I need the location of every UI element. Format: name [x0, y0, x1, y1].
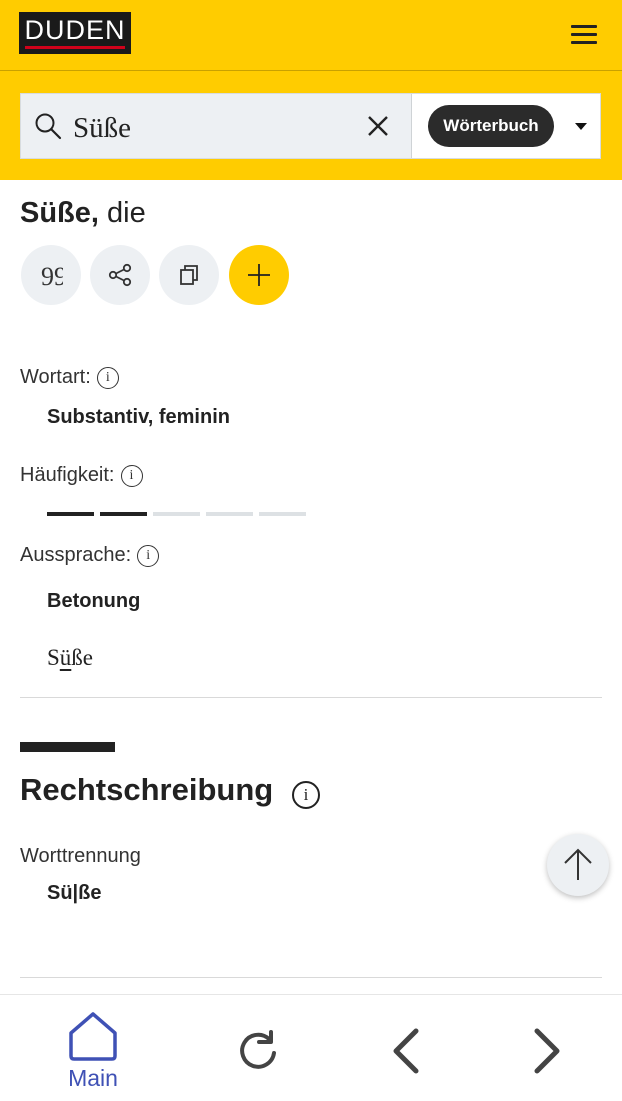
- pron-part: S: [47, 645, 60, 670]
- article: die: [107, 197, 146, 229]
- betonung-label: Betonung: [47, 590, 141, 612]
- section-marker: [20, 742, 115, 752]
- header: DUDEN Wörterbuch: [0, 0, 622, 180]
- divider: [20, 977, 602, 978]
- search-input[interactable]: [71, 104, 370, 152]
- quote-icon: 99: [41, 263, 63, 287]
- duden-logo[interactable]: DUDEN: [19, 12, 131, 54]
- nav-main-label[interactable]: Main: [57, 1065, 129, 1092]
- worttrennung-value: Sü|ße: [47, 882, 102, 904]
- copy-icon: [180, 265, 198, 285]
- wortart-value: Substantiv, feminin: [47, 406, 230, 428]
- arrow-up-icon: [564, 848, 592, 880]
- info-icon[interactable]: i: [96, 367, 119, 389]
- worttrennung-label: Worttrennung: [20, 845, 141, 867]
- pronunciation: Süße: [47, 645, 93, 671]
- logo-underline: [25, 46, 125, 49]
- copy-button[interactable]: [159, 245, 219, 305]
- info-icon[interactable]: i: [120, 465, 143, 487]
- pron-stressed-vowel: ü: [59, 645, 72, 670]
- add-button[interactable]: [229, 245, 289, 305]
- pron-part: ße: [71, 645, 94, 670]
- wortart-label: Wortart: i: [20, 366, 119, 389]
- aussprache-label-text: Aussprache:: [20, 544, 132, 566]
- forward-arrow-icon[interactable]: [531, 1027, 565, 1075]
- headword: Süße,: [20, 197, 99, 229]
- logo-text: DUDEN: [24, 15, 126, 45]
- quote-button[interactable]: 99: [21, 245, 81, 305]
- aussprache-label: Aussprache: i: [20, 544, 160, 567]
- home-icon[interactable]: [67, 1011, 119, 1061]
- close-icon[interactable]: [366, 114, 390, 138]
- frequency-segment: [206, 512, 253, 516]
- header-divider: [0, 70, 622, 71]
- search-bar: Wörterbuch: [20, 93, 601, 159]
- page-title: Süße, die: [20, 196, 146, 230]
- info-icon[interactable]: i: [137, 545, 160, 567]
- divider: [20, 697, 602, 698]
- frequency-segment: [259, 512, 306, 516]
- info-icon[interactable]: i: [292, 781, 320, 809]
- plus-icon: [248, 264, 270, 286]
- bottom-navigation: Main: [0, 994, 622, 1101]
- haeufigkeit-label-text: Häufigkeit:: [20, 464, 115, 486]
- back-arrow-icon[interactable]: [388, 1027, 422, 1075]
- reload-icon[interactable]: [236, 1029, 282, 1073]
- dictionary-select[interactable]: Wörterbuch: [412, 94, 600, 158]
- share-button[interactable]: [90, 245, 150, 305]
- frequency-segment: [47, 512, 94, 516]
- frequency-segment: [153, 512, 200, 516]
- share-icon: [108, 263, 132, 287]
- hamburger-menu-icon[interactable]: [571, 25, 597, 45]
- search-icon: [35, 113, 62, 140]
- section-title: Rechtschreibung: [20, 772, 274, 807]
- wortart-label-text: Wortart:: [20, 366, 91, 388]
- caret-down-icon: [575, 123, 587, 130]
- haeufigkeit-label: Häufigkeit: i: [20, 464, 143, 487]
- dictionary-pill: Wörterbuch: [428, 105, 554, 147]
- svg-text:99: 99: [41, 263, 63, 287]
- scroll-to-top-button[interactable]: [547, 834, 609, 896]
- frequency-segment: [100, 512, 147, 516]
